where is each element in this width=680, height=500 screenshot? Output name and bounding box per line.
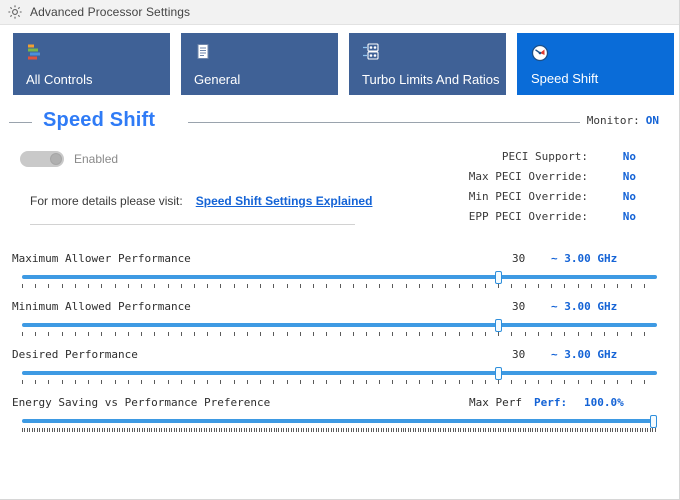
slider-label: Minimum Allowed Performance xyxy=(12,300,191,313)
left-column: Enabled For more details please visit: Sp… xyxy=(0,148,400,225)
slider-label: Energy Saving vs Performance Preference xyxy=(12,396,271,409)
slider-track xyxy=(22,323,657,327)
slider-perf-value: 100.0% xyxy=(584,396,624,409)
tab-general[interactable]: General xyxy=(181,33,338,95)
info-value: No xyxy=(622,190,636,203)
peci-info-block: PECI Support: No Max PECI Override: No M… xyxy=(440,150,660,230)
tab-strip: All Controls General Turbo Limits And Ra… xyxy=(0,25,679,99)
title-bar: Advanced Processor Settings xyxy=(0,0,679,25)
sliders-list-icon xyxy=(28,44,40,60)
info-value: No xyxy=(622,170,636,183)
header-rule xyxy=(188,122,580,123)
gauge-icon xyxy=(531,44,549,62)
monitor-value: ON xyxy=(645,114,659,127)
slider-track xyxy=(22,419,657,423)
slider-label: Desired Performance xyxy=(12,348,138,361)
info-row: Min PECI Override: No xyxy=(440,190,660,210)
slider-thumb[interactable] xyxy=(494,271,502,284)
slider-max-perf-label: Max Perf xyxy=(469,396,522,409)
slider-value: 30 xyxy=(512,300,526,313)
slider-thumb[interactable] xyxy=(650,415,657,428)
visit-row: For more details please visit: Speed Shif… xyxy=(0,194,400,208)
info-label: EPP PECI Override: xyxy=(468,210,588,223)
window-title: Advanced Processor Settings xyxy=(30,5,191,19)
gear-icon xyxy=(8,5,22,19)
section-header: Speed Shift Monitor: ON xyxy=(0,103,679,137)
slider-ticks xyxy=(22,284,657,289)
tab-all-controls[interactable]: All Controls xyxy=(13,33,170,95)
slider-track-wrap[interactable] xyxy=(22,319,657,339)
tab-label: Turbo Limits And Ratios xyxy=(362,72,500,87)
slider-section: Maximum Allower Performance 30 ~ 3.00 GH… xyxy=(0,246,679,438)
slider-frequency: ~ 3.00 GHz xyxy=(551,348,618,361)
tab-label: Speed Shift xyxy=(531,71,599,86)
section-divider xyxy=(30,224,355,225)
slider-track-wrap[interactable] xyxy=(22,367,657,387)
slider-perf-label: Perf: xyxy=(534,396,568,409)
info-label: PECI Support: xyxy=(501,150,588,163)
enabled-toggle-row: Enabled xyxy=(0,148,400,170)
slider-ticks xyxy=(22,332,657,337)
slider-frequency: ~ 3.00 GHz xyxy=(551,252,618,265)
slider-track xyxy=(22,371,657,375)
toggle-knob xyxy=(50,153,62,165)
slider-desired-performance: Desired Performance 30 ~ 3.00 GHz xyxy=(0,342,679,390)
slider-value: 30 xyxy=(512,348,526,361)
slider-frequency: ~ 3.00 GHz xyxy=(551,300,618,313)
document-icon xyxy=(197,44,209,59)
advanced-processor-settings-window: Advanced Processor Settings All Controls… xyxy=(0,0,680,500)
page-title: Speed Shift xyxy=(43,109,156,131)
info-label: Max PECI Override: xyxy=(468,170,588,183)
visit-prefix: For more details please visit: xyxy=(30,194,183,208)
info-row: Max PECI Override: No xyxy=(440,170,660,190)
slider-track-wrap[interactable] xyxy=(22,415,657,435)
info-value: No xyxy=(622,210,636,223)
slider-thumb[interactable] xyxy=(494,367,502,380)
slider-thumb[interactable] xyxy=(494,319,502,332)
monitor-label: Monitor: xyxy=(586,114,640,127)
info-row: EPP PECI Override: No xyxy=(440,210,660,230)
info-value: No xyxy=(622,150,636,163)
speed-shift-settings-explained-link[interactable]: Speed Shift Settings Explained xyxy=(196,194,373,208)
tab-label: All Controls xyxy=(26,72,93,87)
slider-label: Maximum Allower Performance xyxy=(12,252,191,265)
header-dash xyxy=(9,122,32,123)
slider-maximum-allower-performance: Maximum Allower Performance 30 ~ 3.00 GH… xyxy=(0,246,679,294)
slider-ticks xyxy=(22,380,657,385)
monitor-status: Monitor: ON xyxy=(587,114,659,127)
info-label: Min PECI Override: xyxy=(468,190,588,203)
enabled-toggle-label: Enabled xyxy=(74,152,119,166)
slider-ticks xyxy=(22,428,657,433)
enabled-toggle[interactable] xyxy=(20,151,64,167)
info-row: PECI Support: No xyxy=(440,150,660,170)
slider-track-wrap[interactable] xyxy=(22,271,657,291)
tab-turbo-limits-and-ratios[interactable]: Turbo Limits And Ratios xyxy=(349,33,506,95)
slider-value: 30 xyxy=(512,252,526,265)
numeric-grid-icon xyxy=(363,43,379,60)
tab-speed-shift[interactable]: Speed Shift xyxy=(516,32,675,96)
slider-minimum-allowed-performance: Minimum Allowed Performance 30 ~ 3.00 GH… xyxy=(0,294,679,342)
slider-track xyxy=(22,275,657,279)
tab-label: General xyxy=(194,72,241,87)
slider-energy-saving-vs-performance-preference: Energy Saving vs Performance Preference … xyxy=(0,390,679,438)
